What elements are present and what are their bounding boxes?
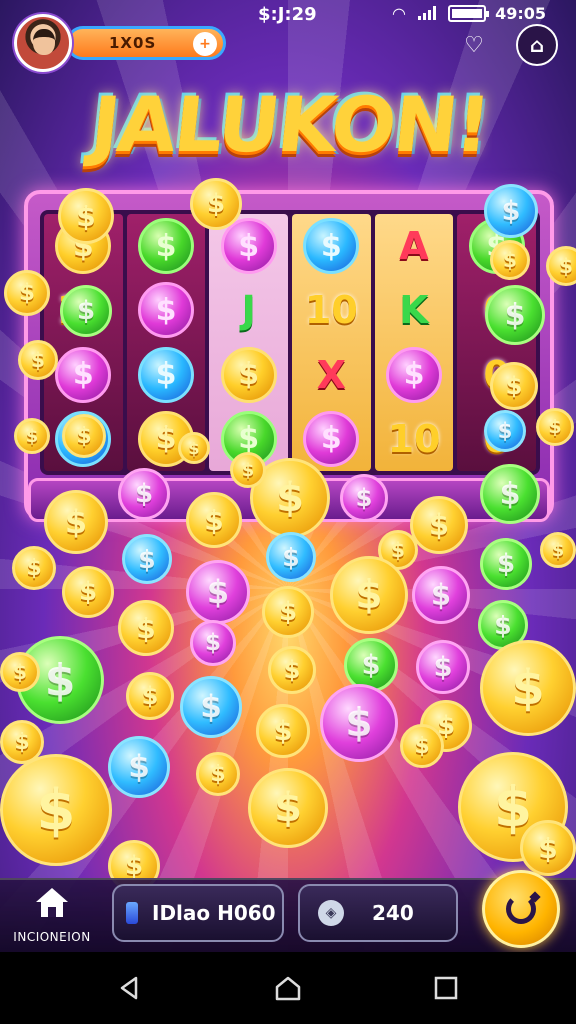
coin-gold: $ xyxy=(536,408,574,446)
reel-symbol: 10 xyxy=(304,288,358,333)
reel-3: $ J $ $ xyxy=(209,214,289,471)
coin-gold: $ xyxy=(268,646,316,694)
coin-gold: $ xyxy=(12,546,56,590)
reel-4: $10 X $ xyxy=(292,214,371,471)
reel-symbol: X xyxy=(316,352,346,397)
spin-icon xyxy=(506,894,536,924)
coin-gold: $ xyxy=(262,586,314,638)
signal-icon xyxy=(418,6,438,20)
menu-icon[interactable]: ⌂ xyxy=(516,24,558,66)
coin-blue: $ xyxy=(484,184,538,238)
reel-symbol: A xyxy=(399,224,429,269)
balance-pill[interactable]: 1X0S + xyxy=(66,26,226,60)
reel-symbol: $ xyxy=(138,218,194,275)
reel-symbol: $ xyxy=(220,346,277,403)
coin-gold: $ xyxy=(256,704,310,758)
wifi-icon: ◠ xyxy=(392,4,406,23)
reel-symbol: $ xyxy=(220,218,277,275)
slot-reels: $10$$$$$$$J$$$10X$AK$10$000 xyxy=(40,210,540,475)
reel-symbol: $ xyxy=(386,346,443,403)
reel-symbol: $ xyxy=(303,218,360,275)
home-nav-icon[interactable] xyxy=(274,974,302,1002)
coin-gold: $ xyxy=(520,820,576,876)
reel-symbol: $ xyxy=(138,282,194,339)
coin-gold: $ xyxy=(330,556,408,634)
back-icon[interactable] xyxy=(116,974,144,1002)
coin-pink: $ xyxy=(118,468,170,520)
coin-gold: $ xyxy=(118,600,174,656)
reel-5: A K $10 xyxy=(374,214,454,471)
coin-gold: $ xyxy=(540,532,576,568)
coin-gold: $ xyxy=(490,362,538,410)
home-button[interactable]: INCIONEION xyxy=(12,884,92,948)
coin-gold: $ xyxy=(4,270,50,316)
coin-pink: $ xyxy=(412,566,470,624)
home-label: INCIONEION xyxy=(13,930,91,944)
reel-symbol: 10 xyxy=(387,416,441,461)
card-icon xyxy=(126,902,138,924)
reel-symbol: J xyxy=(241,288,256,333)
coin-pink: $ xyxy=(340,474,388,522)
reel-symbol: $ xyxy=(55,346,112,403)
status-bar: $:J:29 ◠ 49:05 xyxy=(0,0,576,28)
balance-value: 1X0S xyxy=(109,34,157,52)
coin-blue: $ xyxy=(484,410,526,452)
coin-gold: $ xyxy=(410,496,468,554)
coin-blue: $ xyxy=(108,736,170,798)
coin-gold: $ xyxy=(58,188,114,244)
coin-green: $ xyxy=(480,538,532,590)
coin-gold: $ xyxy=(44,490,108,554)
coin-gold: $ xyxy=(62,566,114,618)
coin-gold: $ xyxy=(0,754,112,866)
coin-blue: $ xyxy=(266,532,316,582)
gems-value: 240 xyxy=(372,901,414,925)
coin-gold: $ xyxy=(196,752,240,796)
heart-icon[interactable]: ♡ xyxy=(460,32,488,60)
coin-pink: $ xyxy=(416,640,470,694)
reel-symbol: $ xyxy=(303,410,360,467)
coin-gold: $ xyxy=(178,432,210,464)
reel-symbol: $ xyxy=(138,346,194,403)
coin-pink: $ xyxy=(186,560,250,624)
recent-apps-icon[interactable] xyxy=(432,974,460,1002)
status-time: $:J:29 xyxy=(258,4,317,25)
coin-blue: $ xyxy=(180,676,242,738)
coin-gold: $ xyxy=(186,492,242,548)
coin-gold: $ xyxy=(18,340,58,380)
coin-green: $ xyxy=(60,285,112,337)
coin-gold: $ xyxy=(230,452,266,488)
coin-gold: $ xyxy=(0,652,40,692)
reel-symbol: K xyxy=(399,288,429,333)
coin-green: $ xyxy=(480,464,540,524)
coin-blue: $ xyxy=(122,534,172,584)
coin-gold: $ xyxy=(248,768,328,848)
coin-gold: $ xyxy=(400,724,444,768)
gem-icon: ◈ xyxy=(318,900,344,926)
battery-icon xyxy=(448,5,489,22)
coin-gold: $ xyxy=(490,240,530,280)
game-title: JALUKON! xyxy=(86,80,494,169)
coin-gold: $ xyxy=(126,672,174,720)
coin-green: $ xyxy=(485,285,545,345)
coin-pink: $ xyxy=(190,620,236,666)
coin-gold: $ xyxy=(14,418,50,454)
coins-value: IDlao H060 xyxy=(152,901,276,925)
avatar[interactable] xyxy=(14,14,72,72)
coin-pink: $ xyxy=(320,684,398,762)
coins-pill[interactable]: IDlao H060 xyxy=(112,884,284,942)
add-balance-button[interactable]: + xyxy=(193,32,217,56)
gems-pill[interactable]: ◈ 240 xyxy=(298,884,458,942)
coin-gold: $ xyxy=(62,414,106,458)
home-icon xyxy=(36,888,68,918)
status-clock: 49:05 xyxy=(495,4,546,23)
coin-gold: $ xyxy=(190,178,242,230)
spin-button[interactable] xyxy=(482,870,560,948)
coin-gold: $ xyxy=(480,640,576,736)
